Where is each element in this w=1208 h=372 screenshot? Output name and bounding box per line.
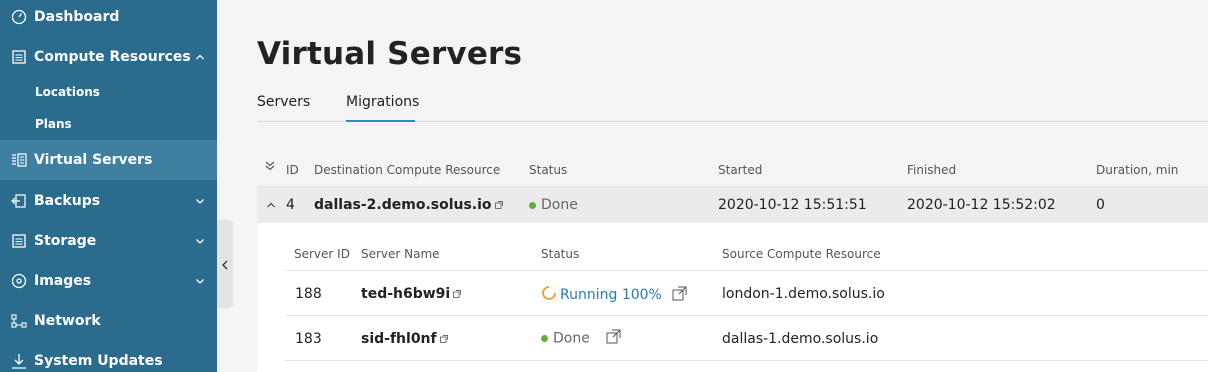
- external-link-icon[interactable]: [453, 286, 462, 302]
- server-id: 183: [295, 331, 322, 347]
- started-time: 2020-10-12 15:51:51: [718, 197, 867, 213]
- column-header-status[interactable]: Status: [529, 163, 567, 177]
- tab-servers[interactable]: Servers: [257, 94, 310, 110]
- chevron-down-icon: [194, 195, 206, 207]
- server-id: 188: [295, 286, 322, 302]
- status-badge: Running 100%: [541, 285, 687, 305]
- expand-all-icon[interactable]: [264, 160, 276, 175]
- sidebar-item-label: Dashboard: [34, 9, 120, 25]
- column-header-finished[interactable]: Finished: [907, 163, 956, 177]
- chevron-up-icon[interactable]: [266, 198, 276, 214]
- column-header-started[interactable]: Started: [718, 163, 762, 177]
- sidebar: Dashboard Compute Resources Locations Pl…: [0, 0, 217, 372]
- row-divider: [285, 270, 1208, 271]
- chevron-up-icon: [194, 51, 206, 63]
- source-resource: dallas-1.demo.solus.io: [722, 331, 879, 347]
- sidebar-item-compute-resources[interactable]: Compute Resources: [0, 46, 217, 68]
- download-icon: [10, 352, 28, 370]
- source-resource: london-1.demo.solus.io: [722, 286, 885, 302]
- chevron-down-icon: [194, 275, 206, 287]
- finished-time: 2020-10-12 15:52:02: [907, 197, 1056, 213]
- column-header-source[interactable]: Source Compute Resource: [722, 247, 881, 261]
- main-content: Virtual Servers Servers Migrations ID De…: [217, 0, 1208, 372]
- open-task-icon[interactable]: [606, 329, 621, 348]
- gauge-icon: [10, 8, 28, 26]
- status-text: Done: [541, 197, 578, 213]
- migration-id: 4: [286, 197, 295, 213]
- active-tab-indicator: [346, 120, 415, 122]
- sidebar-item-storage[interactable]: Storage: [0, 230, 217, 252]
- sidebar-item-label: Images: [34, 273, 92, 289]
- duration-value: 0: [1096, 197, 1105, 213]
- sidebar-item-label: Network: [34, 313, 101, 329]
- open-task-icon[interactable]: [672, 286, 687, 305]
- storage-icon: [10, 232, 28, 250]
- backup-icon: [10, 192, 28, 210]
- server-name-link[interactable]: ted-h6bw9i: [361, 286, 462, 302]
- server-name[interactable]: ted-h6bw9i: [361, 286, 450, 302]
- sidebar-item-label: System Updates: [34, 353, 163, 369]
- column-header-server-name[interactable]: Server Name: [361, 247, 440, 261]
- sidebar-item-network[interactable]: Network: [0, 310, 217, 332]
- column-header-nested-status[interactable]: Status: [541, 247, 579, 261]
- status-badge: Done: [529, 197, 578, 213]
- destination-link[interactable]: dallas-2.demo.solus.io: [314, 197, 503, 213]
- sidebar-item-label: Backups: [34, 193, 101, 209]
- row-divider: [285, 360, 1208, 361]
- sidebar-item-system-updates[interactable]: System Updates: [0, 350, 217, 372]
- server-name[interactable]: sid-fhl0nf: [361, 331, 437, 347]
- server-name-link[interactable]: sid-fhl0nf: [361, 331, 448, 347]
- column-header-destination[interactable]: Destination Compute Resource: [314, 163, 500, 177]
- column-header-server-id[interactable]: Server ID: [294, 247, 350, 261]
- status-text: Running 100%: [560, 287, 662, 303]
- network-icon: [10, 312, 28, 330]
- disc-icon: [10, 272, 28, 290]
- sidebar-subitem-locations[interactable]: Locations: [35, 85, 100, 99]
- status-dot: [529, 201, 536, 209]
- status-dot: [541, 335, 548, 342]
- sidebar-item-label: Compute Resources: [34, 49, 191, 65]
- tab-migrations[interactable]: Migrations: [346, 94, 419, 110]
- chevron-down-icon: [194, 235, 206, 247]
- status-text: Done: [553, 330, 590, 347]
- table-row[interactable]: 4 dallas-2.demo.solus.io Done 2020-10-12…: [257, 186, 1208, 223]
- sidebar-item-images[interactable]: Images: [0, 270, 217, 292]
- column-header-id[interactable]: ID: [286, 163, 299, 177]
- external-link-icon[interactable]: [494, 197, 503, 213]
- virtual-servers-icon: [10, 151, 28, 169]
- sidebar-item-dashboard[interactable]: Dashboard: [0, 6, 217, 28]
- page-title: Virtual Servers: [257, 36, 523, 72]
- sidebar-item-backups[interactable]: Backups: [0, 190, 217, 212]
- row-divider: [285, 315, 1208, 316]
- destination-name[interactable]: dallas-2.demo.solus.io: [314, 197, 492, 213]
- external-link-icon[interactable]: [439, 331, 448, 347]
- server-list-icon: [10, 48, 28, 66]
- sidebar-item-label: Virtual Servers: [34, 152, 153, 168]
- column-header-duration[interactable]: Duration, min: [1096, 163, 1178, 177]
- spinner-icon: [541, 285, 557, 305]
- status-badge: Done: [541, 329, 621, 348]
- sidebar-item-virtual-servers[interactable]: Virtual Servers: [0, 140, 217, 180]
- sidebar-item-label: Storage: [34, 233, 97, 249]
- sidebar-subitem-plans[interactable]: Plans: [35, 117, 72, 131]
